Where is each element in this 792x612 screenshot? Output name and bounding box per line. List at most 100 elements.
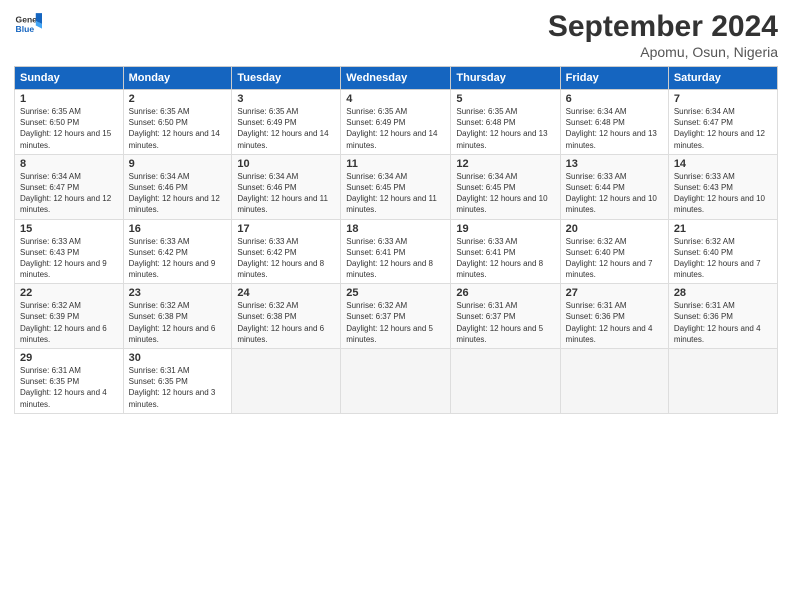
empty-cell [668,349,777,414]
title-block: September 2024 Apomu, Osun, Nigeria [548,10,778,60]
day-cell-9: 9Sunrise: 6:34 AMSunset: 6:46 PMDaylight… [123,154,232,219]
day-cell-28: 28Sunrise: 6:31 AMSunset: 6:36 PMDayligh… [668,284,777,349]
day-cell-11: 11Sunrise: 6:34 AMSunset: 6:45 PMDayligh… [341,154,451,219]
day-number: 1 [20,93,118,105]
day-info: Sunrise: 6:33 AMSunset: 6:42 PMDaylight:… [129,236,227,281]
day-cell-27: 27Sunrise: 6:31 AMSunset: 6:36 PMDayligh… [560,284,668,349]
day-number: 24 [237,287,335,299]
day-cell-24: 24Sunrise: 6:32 AMSunset: 6:38 PMDayligh… [232,284,341,349]
day-number: 10 [237,158,335,170]
day-info: Sunrise: 6:35 AMSunset: 6:49 PMDaylight:… [346,106,445,151]
empty-cell [341,349,451,414]
day-info: Sunrise: 6:34 AMSunset: 6:46 PMDaylight:… [237,171,335,216]
day-number: 3 [237,93,335,105]
day-info: Sunrise: 6:33 AMSunset: 6:44 PMDaylight:… [566,171,663,216]
day-cell-23: 23Sunrise: 6:32 AMSunset: 6:38 PMDayligh… [123,284,232,349]
day-number: 28 [674,287,772,299]
day-info: Sunrise: 6:33 AMSunset: 6:41 PMDaylight:… [346,236,445,281]
day-number: 4 [346,93,445,105]
col-header-tuesday: Tuesday [232,67,341,90]
day-number: 25 [346,287,445,299]
day-number: 16 [129,223,227,235]
calendar-week-3: 15Sunrise: 6:33 AMSunset: 6:43 PMDayligh… [15,219,778,284]
col-header-thursday: Thursday [451,67,560,90]
day-info: Sunrise: 6:33 AMSunset: 6:42 PMDaylight:… [237,236,335,281]
day-number: 11 [346,158,445,170]
day-info: Sunrise: 6:34 AMSunset: 6:46 PMDaylight:… [129,171,227,216]
day-info: Sunrise: 6:32 AMSunset: 6:40 PMDaylight:… [566,236,663,281]
day-cell-6: 6Sunrise: 6:34 AMSunset: 6:48 PMDaylight… [560,90,668,155]
day-number: 5 [456,93,554,105]
day-cell-13: 13Sunrise: 6:33 AMSunset: 6:44 PMDayligh… [560,154,668,219]
day-number: 27 [566,287,663,299]
day-number: 22 [20,287,118,299]
col-header-friday: Friday [560,67,668,90]
day-info: Sunrise: 6:35 AMSunset: 6:49 PMDaylight:… [237,106,335,151]
day-info: Sunrise: 6:32 AMSunset: 6:39 PMDaylight:… [20,300,118,345]
day-number: 14 [674,158,772,170]
location-subtitle: Apomu, Osun, Nigeria [548,44,778,60]
day-number: 2 [129,93,227,105]
day-info: Sunrise: 6:34 AMSunset: 6:45 PMDaylight:… [346,171,445,216]
empty-cell [451,349,560,414]
day-number: 29 [20,352,118,364]
day-number: 15 [20,223,118,235]
day-cell-14: 14Sunrise: 6:33 AMSunset: 6:43 PMDayligh… [668,154,777,219]
day-info: Sunrise: 6:32 AMSunset: 6:40 PMDaylight:… [674,236,772,281]
day-info: Sunrise: 6:31 AMSunset: 6:37 PMDaylight:… [456,300,554,345]
calendar-table: SundayMondayTuesdayWednesdayThursdayFrid… [14,66,778,414]
col-header-sunday: Sunday [15,67,124,90]
day-info: Sunrise: 6:34 AMSunset: 6:48 PMDaylight:… [566,106,663,151]
day-cell-19: 19Sunrise: 6:33 AMSunset: 6:41 PMDayligh… [451,219,560,284]
col-header-monday: Monday [123,67,232,90]
day-cell-22: 22Sunrise: 6:32 AMSunset: 6:39 PMDayligh… [15,284,124,349]
day-cell-1: 1Sunrise: 6:35 AMSunset: 6:50 PMDaylight… [15,90,124,155]
day-cell-17: 17Sunrise: 6:33 AMSunset: 6:42 PMDayligh… [232,219,341,284]
day-cell-29: 29Sunrise: 6:31 AMSunset: 6:35 PMDayligh… [15,349,124,414]
day-info: Sunrise: 6:34 AMSunset: 6:45 PMDaylight:… [456,171,554,216]
day-cell-5: 5Sunrise: 6:35 AMSunset: 6:48 PMDaylight… [451,90,560,155]
day-number: 9 [129,158,227,170]
day-number: 12 [456,158,554,170]
calendar-week-5: 29Sunrise: 6:31 AMSunset: 6:35 PMDayligh… [15,349,778,414]
day-number: 20 [566,223,663,235]
calendar-week-4: 22Sunrise: 6:32 AMSunset: 6:39 PMDayligh… [15,284,778,349]
day-info: Sunrise: 6:35 AMSunset: 6:50 PMDaylight:… [20,106,118,151]
month-title: September 2024 [548,10,778,44]
day-info: Sunrise: 6:34 AMSunset: 6:47 PMDaylight:… [20,171,118,216]
day-number: 23 [129,287,227,299]
day-number: 17 [237,223,335,235]
day-cell-7: 7Sunrise: 6:34 AMSunset: 6:47 PMDaylight… [668,90,777,155]
day-cell-21: 21Sunrise: 6:32 AMSunset: 6:40 PMDayligh… [668,219,777,284]
day-number: 21 [674,223,772,235]
day-number: 7 [674,93,772,105]
day-info: Sunrise: 6:31 AMSunset: 6:36 PMDaylight:… [566,300,663,345]
day-cell-15: 15Sunrise: 6:33 AMSunset: 6:43 PMDayligh… [15,219,124,284]
day-number: 8 [20,158,118,170]
day-number: 6 [566,93,663,105]
day-cell-12: 12Sunrise: 6:34 AMSunset: 6:45 PMDayligh… [451,154,560,219]
day-cell-25: 25Sunrise: 6:32 AMSunset: 6:37 PMDayligh… [341,284,451,349]
day-info: Sunrise: 6:33 AMSunset: 6:41 PMDaylight:… [456,236,554,281]
day-info: Sunrise: 6:35 AMSunset: 6:48 PMDaylight:… [456,106,554,151]
svg-text:Blue: Blue [16,24,35,34]
day-number: 26 [456,287,554,299]
day-cell-8: 8Sunrise: 6:34 AMSunset: 6:47 PMDaylight… [15,154,124,219]
day-number: 19 [456,223,554,235]
day-info: Sunrise: 6:34 AMSunset: 6:47 PMDaylight:… [674,106,772,151]
calendar-week-2: 8Sunrise: 6:34 AMSunset: 6:47 PMDaylight… [15,154,778,219]
day-info: Sunrise: 6:33 AMSunset: 6:43 PMDaylight:… [674,171,772,216]
day-cell-30: 30Sunrise: 6:31 AMSunset: 6:35 PMDayligh… [123,349,232,414]
empty-cell [232,349,341,414]
day-number: 18 [346,223,445,235]
day-cell-2: 2Sunrise: 6:35 AMSunset: 6:50 PMDaylight… [123,90,232,155]
day-cell-10: 10Sunrise: 6:34 AMSunset: 6:46 PMDayligh… [232,154,341,219]
col-header-saturday: Saturday [668,67,777,90]
col-header-wednesday: Wednesday [341,67,451,90]
day-info: Sunrise: 6:33 AMSunset: 6:43 PMDaylight:… [20,236,118,281]
day-number: 13 [566,158,663,170]
calendar-week-1: 1Sunrise: 6:35 AMSunset: 6:50 PMDaylight… [15,90,778,155]
empty-cell [560,349,668,414]
day-cell-4: 4Sunrise: 6:35 AMSunset: 6:49 PMDaylight… [341,90,451,155]
day-cell-26: 26Sunrise: 6:31 AMSunset: 6:37 PMDayligh… [451,284,560,349]
